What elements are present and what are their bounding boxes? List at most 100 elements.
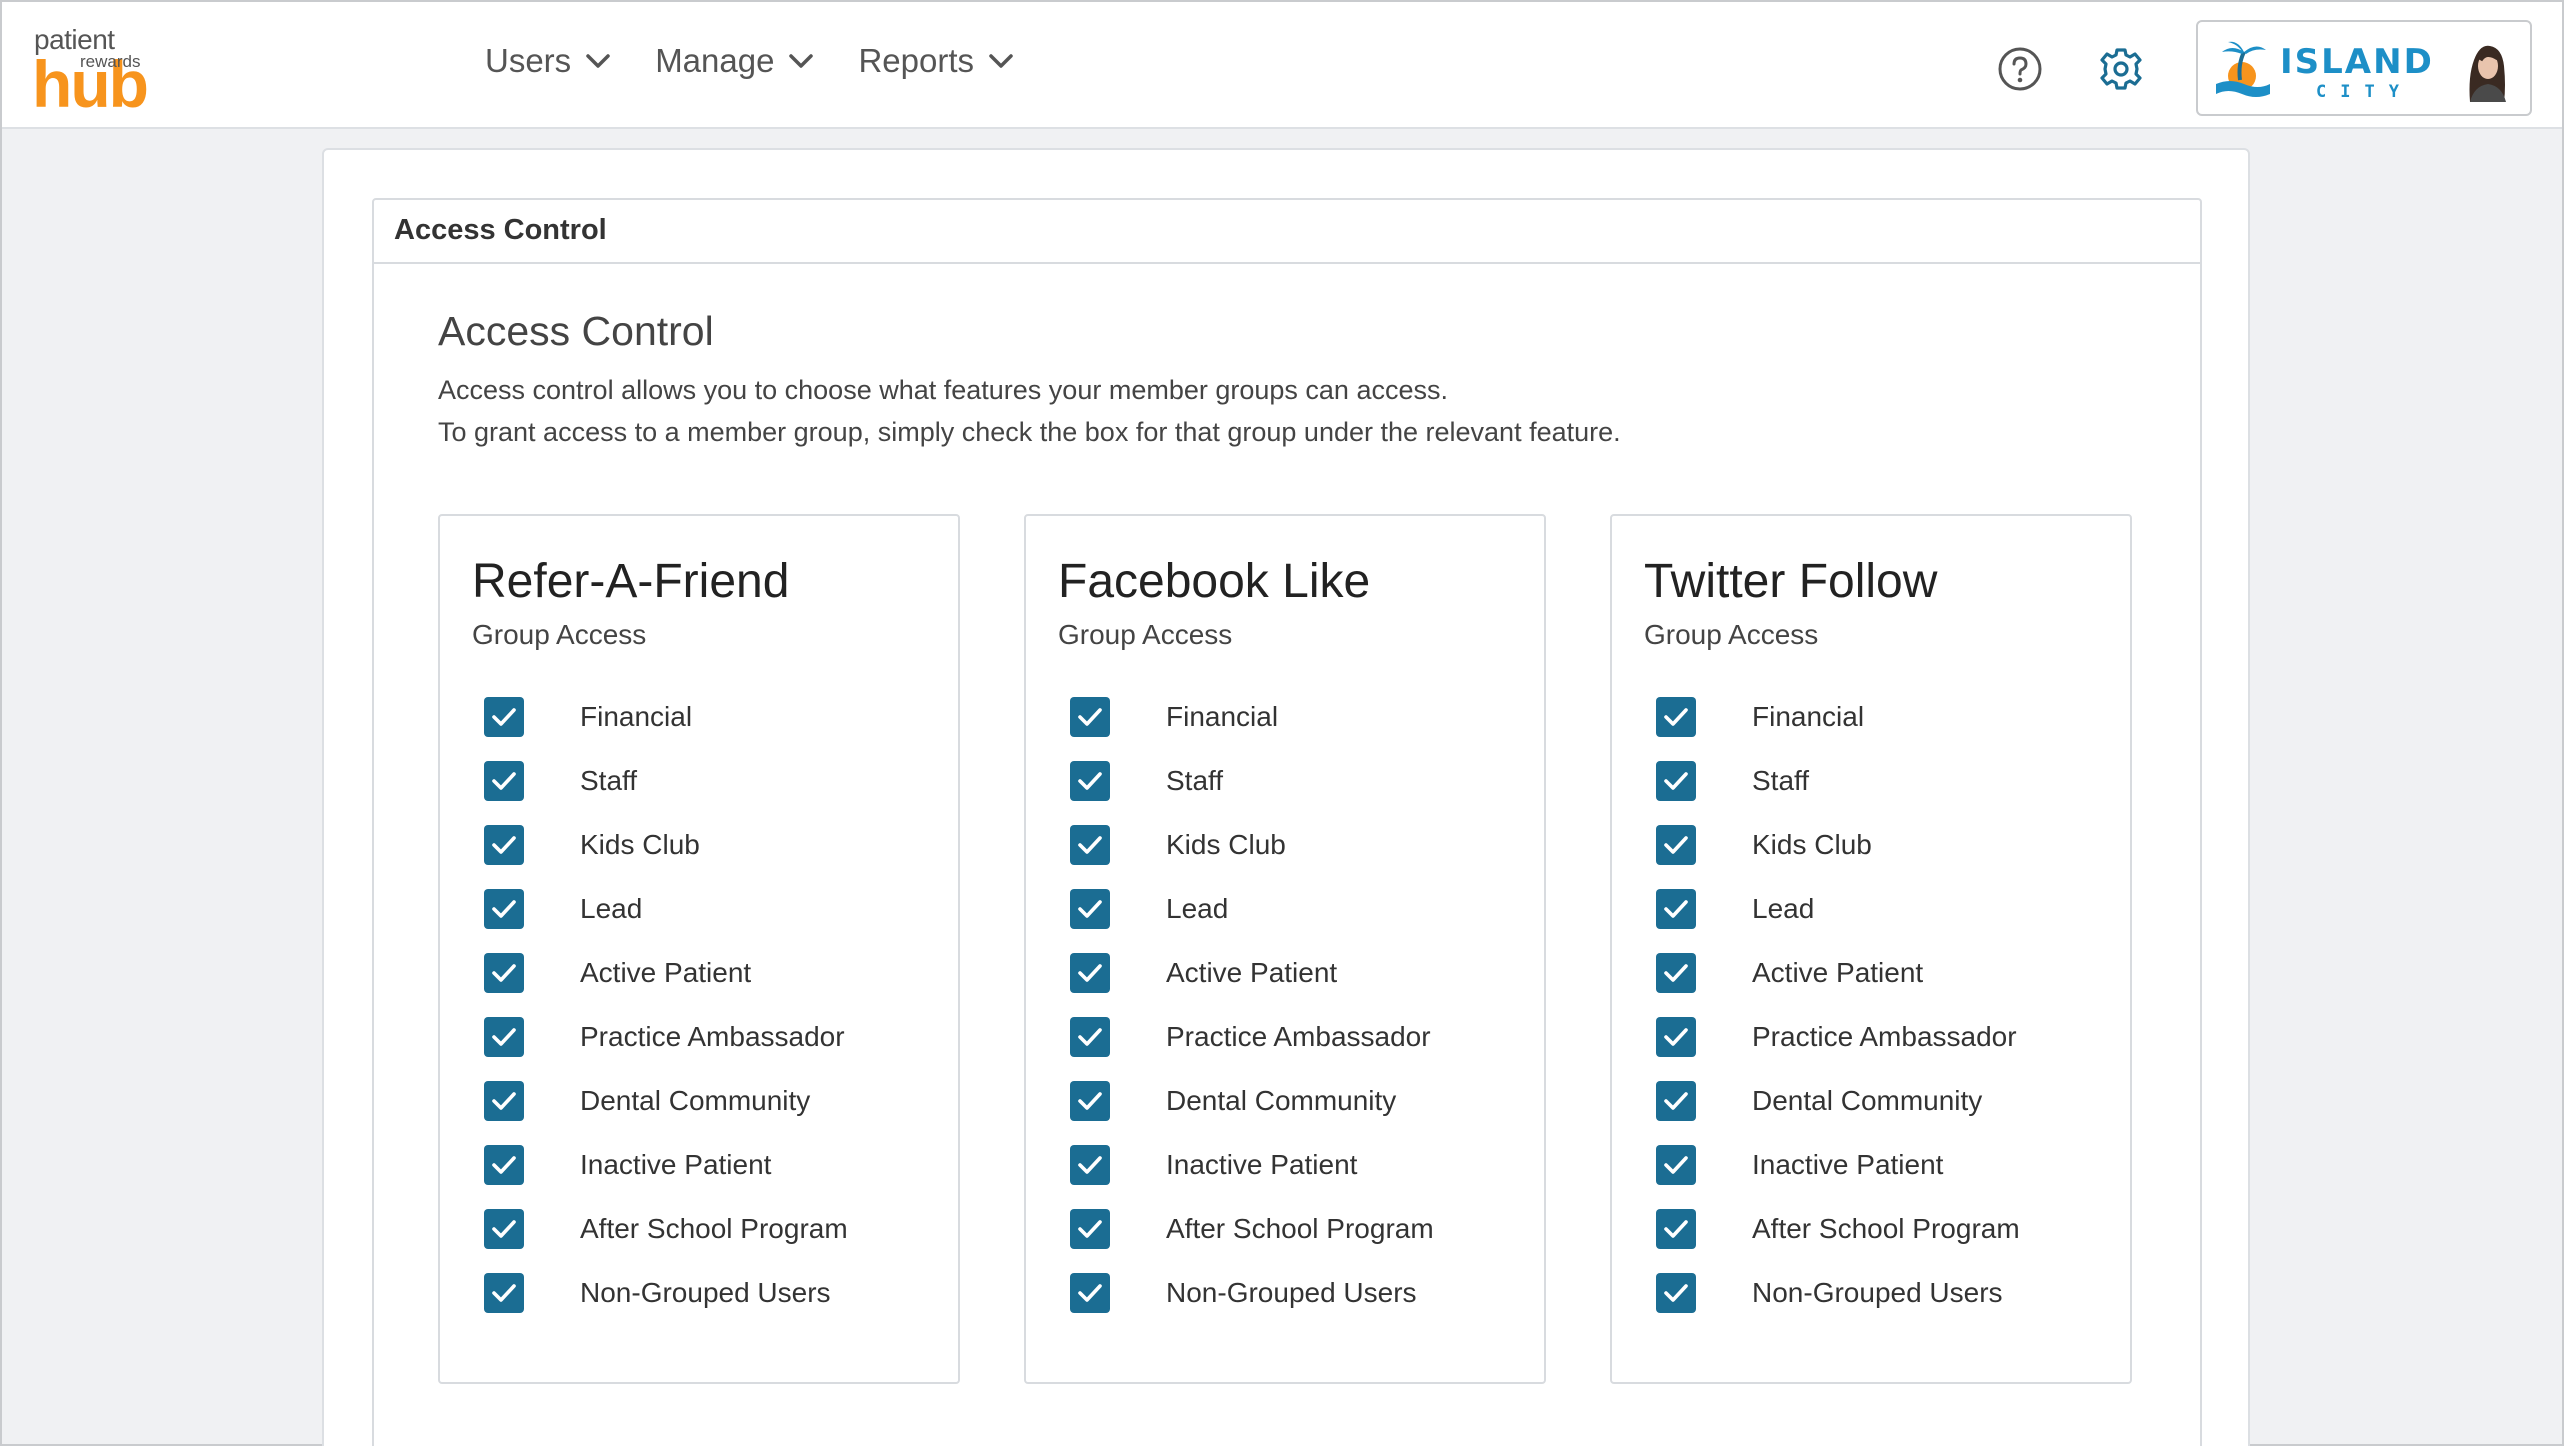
group-row: Dental Community	[1644, 1069, 2098, 1133]
group-checkbox[interactable]	[1656, 1209, 1696, 1249]
group-checkbox[interactable]	[1070, 1273, 1110, 1313]
description: Access control allows you to choose what…	[438, 369, 1621, 453]
group-label: Active Patient	[580, 957, 752, 988]
group-label: Active Patient	[1752, 957, 1924, 988]
checkmark-icon	[1664, 1092, 1688, 1110]
checkmark-icon	[1078, 708, 1102, 726]
checkmark-icon	[492, 836, 516, 854]
help-icon[interactable]	[1997, 46, 2043, 92]
group-list: Financial Staff Kids Club Lead Active Patien…	[1058, 685, 1512, 1325]
group-checkbox[interactable]	[1656, 1273, 1696, 1313]
account-switcher[interactable]: ISLAND CITY	[2196, 20, 2532, 116]
group-row: After School Program	[1058, 1197, 1512, 1261]
group-label: Financial	[580, 701, 693, 732]
nav-users-menu[interactable]: Users	[485, 42, 611, 80]
checkmark-icon	[1664, 964, 1688, 982]
group-label: Financial	[1166, 701, 1279, 732]
group-label: Non-Grouped Users	[580, 1277, 831, 1308]
group-list: Financial Staff Kids Club Lead Active Patien…	[1644, 685, 2098, 1325]
page-title: Access Control	[438, 308, 714, 354]
group-label: Inactive Patient	[1166, 1149, 1358, 1180]
group-row: Non-Grouped Users	[1644, 1261, 2098, 1325]
group-checkbox[interactable]	[484, 825, 524, 865]
group-checkbox[interactable]	[1070, 953, 1110, 993]
group-row: Financial	[1644, 685, 2098, 749]
group-checkbox[interactable]	[1656, 761, 1696, 801]
group-label: Non-Grouped Users	[1752, 1277, 2003, 1308]
group-row: Lead	[1058, 877, 1512, 941]
checkmark-icon	[1664, 900, 1688, 918]
checkmark-icon	[492, 708, 516, 726]
checkmark-icon	[492, 964, 516, 982]
nav-manage-menu[interactable]: Manage	[655, 42, 814, 80]
nav-reports-menu[interactable]: Reports	[858, 42, 1014, 80]
group-label: Lead	[1166, 893, 1229, 924]
checkmark-icon	[1078, 1028, 1102, 1046]
group-label: Non-Grouped Users	[1166, 1277, 1417, 1308]
group-row: Practice Ambassador	[1058, 1005, 1512, 1069]
island-city-logo-icon	[2216, 41, 2270, 97]
chevron-down-icon	[989, 54, 1013, 68]
group-checkbox[interactable]	[484, 697, 524, 737]
group-checkbox[interactable]	[484, 1145, 524, 1185]
card-title: Twitter Follow	[1644, 555, 1938, 608]
panel-header: Access Control	[374, 200, 2200, 264]
group-label: Staff	[1166, 765, 1224, 796]
group-checkbox[interactable]	[484, 1209, 524, 1249]
checkmark-icon	[1664, 708, 1688, 726]
group-checkbox[interactable]	[1656, 953, 1696, 993]
top-navbar: patient hub rewards Users Manage Reports	[2, 2, 2562, 129]
group-checkbox[interactable]	[1070, 1209, 1110, 1249]
group-row: Practice Ambassador	[1644, 1005, 2098, 1069]
group-checkbox[interactable]	[1070, 889, 1110, 929]
checkmark-icon	[492, 1220, 516, 1238]
user-avatar	[2458, 36, 2516, 102]
group-checkbox[interactable]	[484, 953, 524, 993]
nav-manage-label: Manage	[655, 42, 775, 79]
group-checkbox[interactable]	[484, 1273, 524, 1313]
group-checkbox[interactable]	[484, 889, 524, 929]
group-checkbox[interactable]	[1070, 697, 1110, 737]
group-label: Kids Club	[1752, 829, 1872, 860]
group-row: Inactive Patient	[1644, 1133, 2098, 1197]
group-checkbox[interactable]	[1656, 1081, 1696, 1121]
nav-users-label: Users	[485, 42, 572, 79]
gear-icon[interactable]	[2098, 46, 2144, 92]
checkmark-icon	[1078, 900, 1102, 918]
group-label: Lead	[580, 893, 643, 924]
group-row: Financial	[472, 685, 926, 749]
group-checkbox[interactable]	[484, 761, 524, 801]
card-title: Facebook Like	[1058, 555, 1371, 608]
group-checkbox[interactable]	[1656, 889, 1696, 929]
group-checkbox[interactable]	[1656, 1145, 1696, 1185]
access-control-panel: Access Control Access Control Access con…	[372, 198, 2202, 1446]
group-checkbox[interactable]	[1070, 825, 1110, 865]
group-label: After School Program	[1166, 1213, 1434, 1244]
brand-name: ISLAND	[2280, 42, 2434, 82]
group-checkbox[interactable]	[1070, 1017, 1110, 1057]
checkmark-icon	[492, 1028, 516, 1046]
group-label: Active Patient	[1166, 957, 1338, 988]
group-row: Kids Club	[472, 813, 926, 877]
group-checkbox[interactable]	[1070, 761, 1110, 801]
patient-rewards-hub-logo[interactable]: patient hub rewards	[32, 24, 162, 121]
group-label: Lead	[1752, 893, 1815, 924]
group-checkbox[interactable]	[1656, 697, 1696, 737]
group-label: After School Program	[580, 1213, 848, 1244]
group-checkbox[interactable]	[484, 1017, 524, 1057]
group-checkbox[interactable]	[1656, 825, 1696, 865]
checkmark-icon	[1078, 1284, 1102, 1302]
group-label: Staff	[580, 765, 638, 796]
nav-reports-label: Reports	[858, 42, 975, 79]
group-checkbox[interactable]	[1070, 1081, 1110, 1121]
group-label: Dental Community	[1166, 1085, 1397, 1116]
group-row: After School Program	[472, 1197, 926, 1261]
group-checkbox[interactable]	[1070, 1145, 1110, 1185]
group-row: Non-Grouped Users	[472, 1261, 926, 1325]
group-row: Financial	[1058, 685, 1512, 749]
group-label: After School Program	[1752, 1213, 2020, 1244]
group-checkbox[interactable]	[484, 1081, 524, 1121]
group-checkbox[interactable]	[1656, 1017, 1696, 1057]
card-subtitle: Group Access	[1644, 619, 1819, 650]
checkmark-icon	[1664, 836, 1688, 854]
